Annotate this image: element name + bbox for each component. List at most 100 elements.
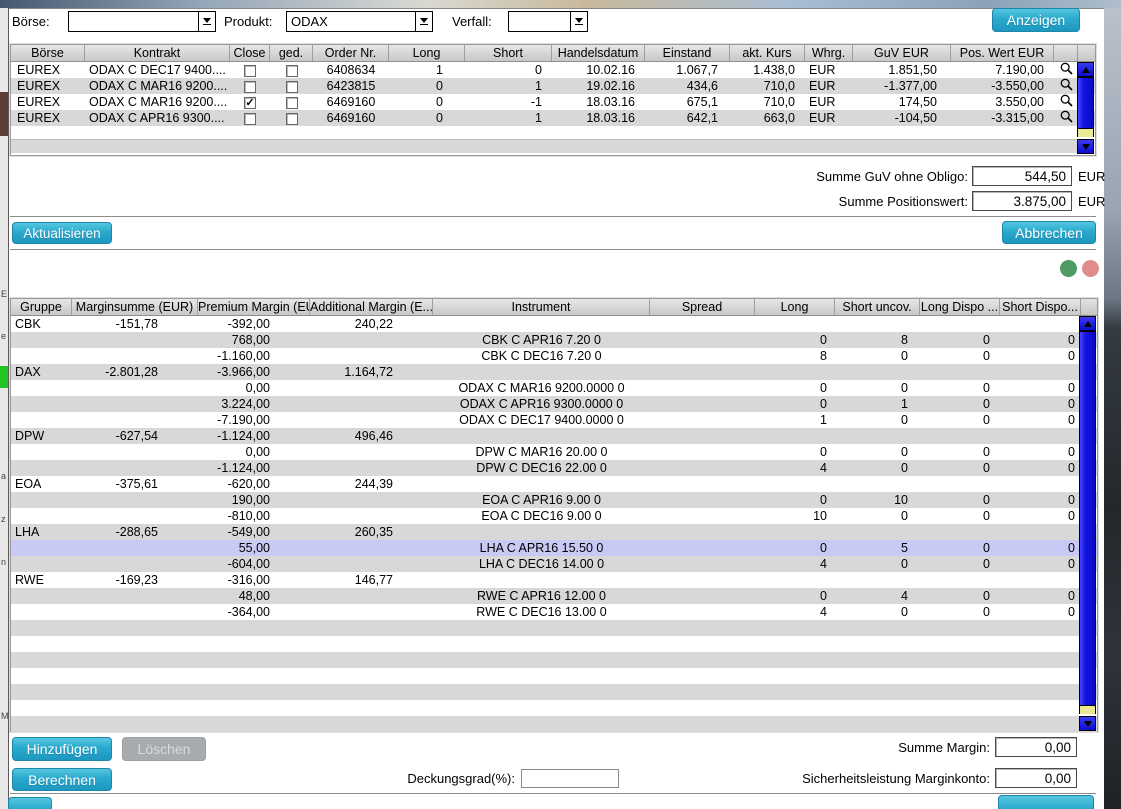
- ged-checkbox[interactable]: [286, 81, 298, 93]
- cell-short_uncov: [835, 364, 920, 380]
- chevron-down-icon[interactable]: [415, 12, 432, 31]
- column-header-additional[interactable]: Additional Margin (E...: [310, 299, 433, 315]
- abbrechen-button[interactable]: Abbrechen: [1002, 221, 1096, 244]
- scrollbar-thumb[interactable]: [1077, 77, 1094, 129]
- column-header-akt_kurs[interactable]: akt. Kurs: [730, 45, 805, 61]
- close-checkbox[interactable]: [244, 81, 256, 93]
- ged-checkbox[interactable]: [286, 113, 298, 125]
- table-row[interactable]: -604,00LHA C DEC16 14.00 04000: [11, 556, 1097, 572]
- table-row[interactable]: -1.160,00CBK C DEC16 7.20 08000: [11, 348, 1097, 364]
- table-row[interactable]: 0,00ODAX C MAR16 9200.0000 00000: [11, 380, 1097, 396]
- column-header-kontrakt[interactable]: Kontrakt: [85, 45, 230, 61]
- magnifier-icon[interactable]: [1054, 94, 1078, 110]
- table-row[interactable]: LHA-288,65-549,00260,35: [11, 524, 1097, 540]
- table-row[interactable]: -1.124,00DPW C DEC16 22.00 04000: [11, 460, 1097, 476]
- boerse-combobox[interactable]: [68, 11, 216, 32]
- table-row[interactable]: DAX-2.801,28-3.966,001.164,72: [11, 364, 1097, 380]
- table-row[interactable]: 55,00LHA C APR16 15.50 00500: [11, 540, 1097, 556]
- aktualisieren-button[interactable]: Aktualisieren: [12, 222, 112, 244]
- cell-einstand: 1.067,7: [645, 62, 730, 78]
- column-header-short_dispo[interactable]: Short Dispo...: [1000, 299, 1081, 315]
- column-header-short_uncov[interactable]: Short uncov.: [835, 299, 920, 315]
- column-header-handelsdatum[interactable]: Handelsdatum: [552, 45, 645, 61]
- close-checkbox[interactable]: ✓: [244, 97, 256, 109]
- table-row[interactable]: 0,00DPW C MAR16 20.00 00000: [11, 444, 1097, 460]
- produkt-combobox[interactable]: ODAX: [286, 11, 433, 32]
- column-header-ged[interactable]: ged.: [270, 45, 313, 61]
- column-header-pos_wert[interactable]: Pos. Wert EUR: [951, 45, 1054, 61]
- column-header-marginsumme[interactable]: Marginsumme (EUR): [72, 299, 198, 315]
- table-row[interactable]: 3.224,00ODAX C APR16 9300.0000 00100: [11, 396, 1097, 412]
- cut-off-button-right[interactable]: [998, 795, 1094, 809]
- table-row[interactable]: DPW-627,54-1.124,00496,46: [11, 428, 1097, 444]
- empty-table-row[interactable]: [11, 620, 1097, 636]
- table-row[interactable]: 190,00EOA C APR16 9.00 001000: [11, 492, 1097, 508]
- cell-marginsumme: [72, 460, 198, 476]
- column-header-order_nr[interactable]: Order Nr.: [313, 45, 389, 61]
- table-row[interactable]: 48,00RWE C APR16 12.00 00400: [11, 588, 1097, 604]
- table-row[interactable]: EOA-375,61-620,00244,39: [11, 476, 1097, 492]
- column-header-einstand[interactable]: Einstand: [645, 45, 730, 61]
- column-header-guv[interactable]: GuV EUR: [853, 45, 951, 61]
- table-row[interactable]: EUREXODAX C APR16 9300....64691600118.03…: [11, 110, 1095, 126]
- column-header-long[interactable]: Long: [389, 45, 465, 61]
- verfall-combobox[interactable]: [508, 11, 588, 32]
- empty-table-row[interactable]: [11, 716, 1097, 732]
- anzeigen-button[interactable]: Anzeigen: [992, 8, 1080, 32]
- table-row[interactable]: -810,00EOA C DEC16 9.00 010000: [11, 508, 1097, 524]
- scrollbar-thumb[interactable]: [1079, 331, 1096, 706]
- verfall-label: Verfall:: [452, 14, 492, 29]
- hinzufuegen-button[interactable]: Hinzufügen: [12, 737, 112, 761]
- empty-table-row[interactable]: [11, 636, 1097, 652]
- column-header-premium[interactable]: Premium Margin (EUR): [198, 299, 310, 315]
- table-row[interactable]: CBK-151,78-392,00240,22: [11, 316, 1097, 332]
- column-header-gruppe[interactable]: Gruppe: [11, 299, 72, 315]
- empty-table-row[interactable]: [11, 684, 1097, 700]
- column-header-long[interactable]: Long: [755, 299, 835, 315]
- magnifier-icon[interactable]: [1054, 62, 1078, 78]
- summe-guv-field[interactable]: 544,50: [972, 166, 1072, 186]
- summe-positionswert-field[interactable]: 3.875,00: [972, 191, 1072, 211]
- magnifier-icon[interactable]: [1054, 78, 1078, 94]
- cell-handelsdatum: 10.02.16: [552, 62, 645, 78]
- column-header-instrument[interactable]: Instrument: [433, 299, 650, 315]
- horizontal-scrollbar-track[interactable]: [11, 139, 1077, 153]
- sicherheitsleistung-field[interactable]: 0,00: [995, 768, 1077, 788]
- column-header-long_dispo[interactable]: Long Dispo ...: [920, 299, 1000, 315]
- positions-vertical-scrollbar[interactable]: [1077, 62, 1094, 154]
- table-row[interactable]: EUREXODAX C DEC17 9400....64086341010.02…: [11, 62, 1095, 78]
- table-row[interactable]: -364,00RWE C DEC16 13.00 04000: [11, 604, 1097, 620]
- chevron-down-icon[interactable]: [570, 12, 587, 31]
- cut-off-button-left[interactable]: [8, 797, 52, 809]
- magnifier-icon[interactable]: [1054, 110, 1078, 126]
- scroll-up-button[interactable]: [1077, 62, 1094, 77]
- scroll-down-button[interactable]: [1079, 716, 1096, 731]
- column-header-close[interactable]: Close: [230, 45, 270, 61]
- margin-vertical-scrollbar[interactable]: [1079, 316, 1096, 731]
- close-checkbox[interactable]: [244, 113, 256, 125]
- berechnen-button[interactable]: Berechnen: [12, 768, 112, 791]
- ged-checkbox[interactable]: [286, 97, 298, 109]
- table-row[interactable]: EUREXODAX C MAR16 9200....64238150119.02…: [11, 78, 1095, 94]
- empty-table-row[interactable]: [11, 700, 1097, 716]
- column-header-spread[interactable]: Spread: [650, 299, 755, 315]
- ged-checkbox[interactable]: [286, 65, 298, 77]
- column-header-boerse[interactable]: Börse: [11, 45, 85, 61]
- scroll-up-button[interactable]: [1079, 316, 1096, 331]
- scroll-down-button[interactable]: [1077, 139, 1094, 154]
- column-header-short[interactable]: Short: [465, 45, 552, 61]
- empty-table-row[interactable]: [11, 668, 1097, 684]
- table-row[interactable]: -7.190,00ODAX C DEC17 9400.0000 01000: [11, 412, 1097, 428]
- empty-table-row[interactable]: [11, 652, 1097, 668]
- table-row[interactable]: RWE-169,23-316,00146,77: [11, 572, 1097, 588]
- table-row[interactable]: EUREXODAX C MAR16 9200....✓64691600-118.…: [11, 94, 1095, 110]
- table-row[interactable]: 768,00CBK C APR16 7.20 00800: [11, 332, 1097, 348]
- close-checkbox[interactable]: [244, 65, 256, 77]
- loeschen-button[interactable]: Löschen: [122, 737, 206, 761]
- cell-spread: [650, 604, 755, 620]
- column-header-icon[interactable]: [1054, 45, 1078, 61]
- deckungsgrad-input[interactable]: [521, 769, 619, 788]
- summe-margin-field[interactable]: 0,00: [995, 737, 1077, 757]
- column-header-whrg[interactable]: Whrg.: [805, 45, 853, 61]
- chevron-down-icon[interactable]: [198, 12, 215, 31]
